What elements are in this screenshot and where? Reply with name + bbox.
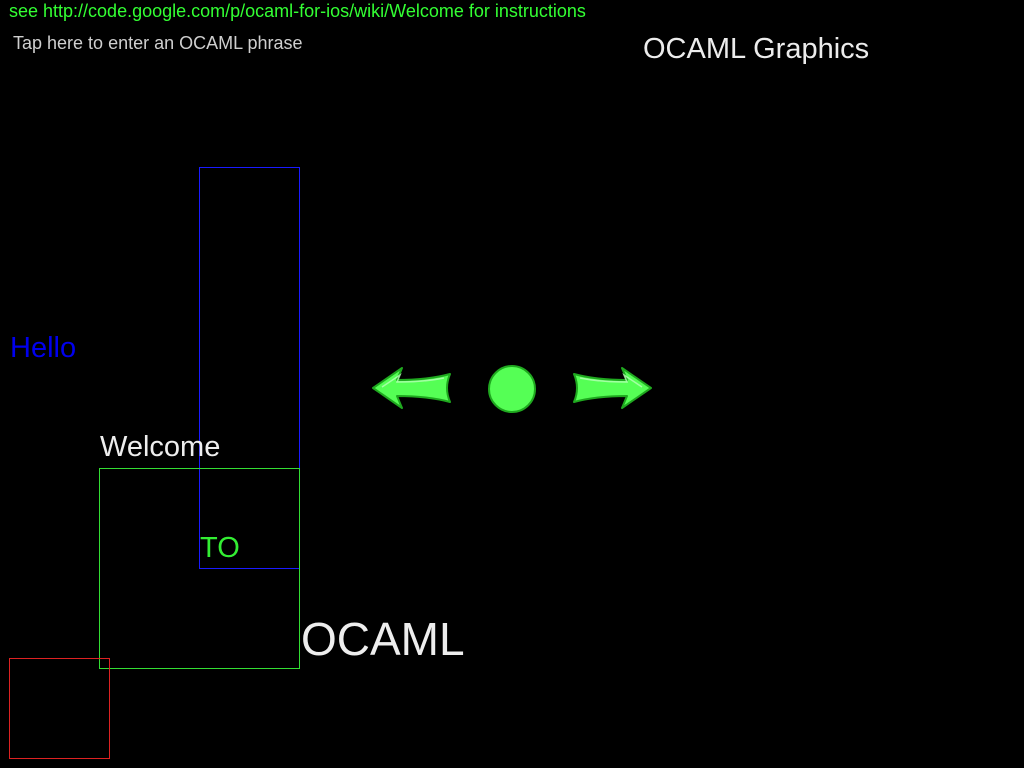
phrase-input-prompt[interactable]: Tap here to enter an OCAML phrase (13, 32, 303, 54)
app-title: OCAML Graphics (643, 33, 870, 65)
green-rectangle (99, 468, 300, 669)
text-hello: Hello (10, 332, 77, 364)
red-rectangle (9, 658, 110, 759)
left-arrow-icon[interactable] (370, 365, 454, 411)
text-ocaml: OCAML (301, 613, 465, 665)
circle-icon[interactable] (486, 363, 538, 415)
text-to: TO (200, 532, 240, 564)
graphics-canvas: see http://code.google.com/p/ocaml-for-i… (0, 0, 1024, 768)
instructions-link[interactable]: see http://code.google.com/p/ocaml-for-i… (9, 0, 586, 22)
right-arrow-icon[interactable] (570, 365, 654, 411)
text-welcome: Welcome (100, 431, 221, 463)
